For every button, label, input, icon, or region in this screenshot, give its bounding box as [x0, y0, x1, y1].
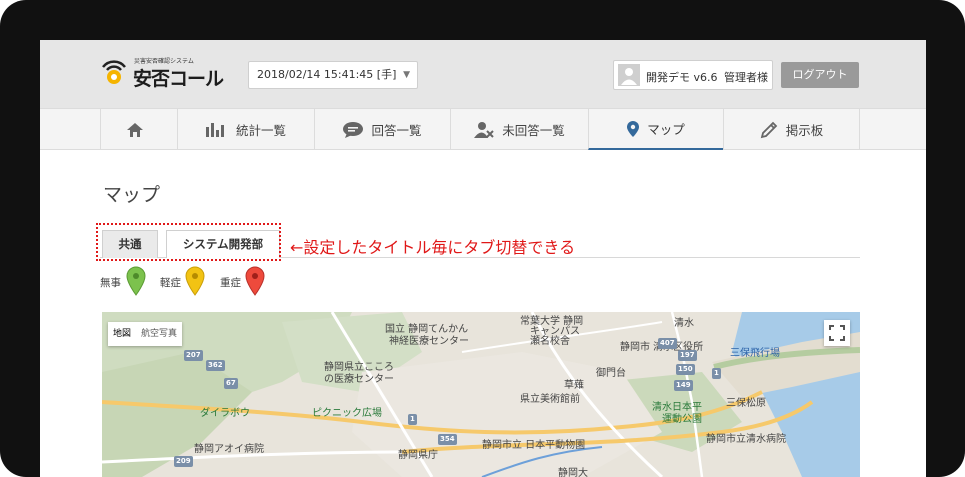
map-label: ダイラボウ [200, 408, 250, 419]
map-label: 御門台 [596, 368, 626, 379]
datetime-select-value: 2018/02/14 15:41:45 [手] [257, 68, 397, 81]
tab-home[interactable] [100, 109, 177, 150]
road-marker: 197 [678, 350, 697, 361]
user-icon [621, 68, 637, 85]
home-icon [127, 122, 143, 137]
legend-safe-label: 無事 [100, 277, 121, 289]
main-nav: 統計一覧 回答一覧 未回答一覧 マップ 掲示板 [40, 108, 926, 150]
map-label: 草薙 [564, 380, 584, 391]
tab-map[interactable]: マップ [588, 109, 723, 150]
pencil-icon [760, 121, 778, 139]
map-label: の医療センター [324, 374, 394, 385]
user-name: 開発デモ v6.6 [646, 71, 718, 84]
tab-statistics-label: 統計一覧 [235, 123, 286, 138]
road-marker: 209 [174, 456, 193, 467]
tab-map-label: マップ [647, 122, 685, 137]
tab-board[interactable]: 掲示板 [723, 109, 860, 150]
map-label: 三保飛行場 [730, 348, 780, 359]
avatar [618, 64, 640, 86]
map-label: 三保松原 [726, 398, 766, 409]
road-marker: 207 [184, 350, 203, 361]
tab-unanswered-label: 未回答一覧 [502, 123, 565, 138]
red-pin-icon [245, 266, 265, 296]
map-pin-icon [627, 120, 640, 137]
road-marker: 1 [408, 414, 417, 425]
datetime-select[interactable]: 2018/02/14 15:41:45 [手] ▼ [248, 61, 418, 89]
map-type-satellite[interactable]: 航空写真 [136, 322, 182, 346]
map-label: 運動公園 [662, 414, 702, 425]
logout-button[interactable]: ログアウト [781, 62, 859, 88]
fullscreen-button[interactable] [824, 320, 850, 346]
fullscreen-icon [829, 325, 845, 341]
map-label: 静岡市立清水病院 [706, 434, 786, 445]
logo[interactable]: 災害安否確認システム 安否コール [100, 54, 224, 90]
tab-unanswered[interactable]: 未回答一覧 [450, 109, 588, 150]
yellow-pin-icon [185, 266, 205, 296]
user-x-icon [474, 121, 494, 138]
annotation-note: ←設定したタイトル毎にタブ切替できる [290, 238, 576, 257]
map-label: 清水 [674, 318, 694, 329]
legend-minor-label: 軽症 [160, 277, 181, 289]
map-type-map[interactable]: 地図 [108, 322, 136, 346]
chat-icon [343, 121, 364, 138]
map-label: 静岡県庁 [398, 450, 438, 461]
page-title: マップ [103, 184, 161, 206]
map-label: ピクニック広場 [312, 408, 382, 419]
tab-statistics[interactable]: 統計一覧 [177, 109, 314, 150]
legend-severe-label: 重症 [220, 277, 241, 289]
logo-mark-icon [102, 60, 126, 84]
bar-chart-icon [205, 122, 228, 137]
map-view[interactable]: 地図 航空写真 国立 静岡てんかん 神経医療センター 常葉大学 静岡 キャンパス… [102, 312, 860, 477]
legend-severe: 重症 [220, 266, 270, 296]
map-label: 県立美術館前 [520, 394, 580, 405]
green-pin-icon [126, 266, 146, 296]
logo-text: 安否コール [133, 68, 224, 90]
tab-answers-label: 回答一覧 [371, 123, 422, 138]
map-label: 瀬名校舎 [530, 336, 570, 347]
map-label: 静岡市立 日本平動物園 [482, 440, 586, 451]
app-header: 災害安否確認システム 安否コール 2018/02/14 15:41:45 [手]… [40, 40, 926, 108]
map-label: 神経医療センター [389, 336, 469, 347]
map-label: 静岡アオイ病院 [194, 444, 264, 455]
tabs-highlight-box [96, 223, 281, 261]
road-marker: 407 [658, 338, 677, 349]
road-marker: 354 [438, 434, 457, 445]
legend-minor: 軽症 [160, 266, 210, 296]
app-screen: 災害安否確認システム 安否コール 2018/02/14 15:41:45 [手]… [40, 40, 926, 477]
user-info[interactable]: 開発デモ v6.6 管理者様 [613, 60, 773, 90]
map-label: 静岡大 [558, 468, 588, 477]
road-marker: 150 [676, 364, 695, 375]
road-marker: 67 [224, 378, 238, 389]
road-marker: 362 [206, 360, 225, 371]
tab-board-label: 掲示板 [785, 123, 824, 138]
map-type-toggle[interactable]: 地図 航空写真 [108, 322, 183, 346]
chevron-down-icon: ▼ [403, 70, 410, 80]
road-marker: 1 [712, 368, 721, 379]
tab-answers[interactable]: 回答一覧 [314, 109, 450, 150]
road-marker: 149 [674, 380, 693, 391]
user-role: 管理者様 [724, 71, 768, 84]
legend-safe: 無事 [100, 266, 150, 296]
